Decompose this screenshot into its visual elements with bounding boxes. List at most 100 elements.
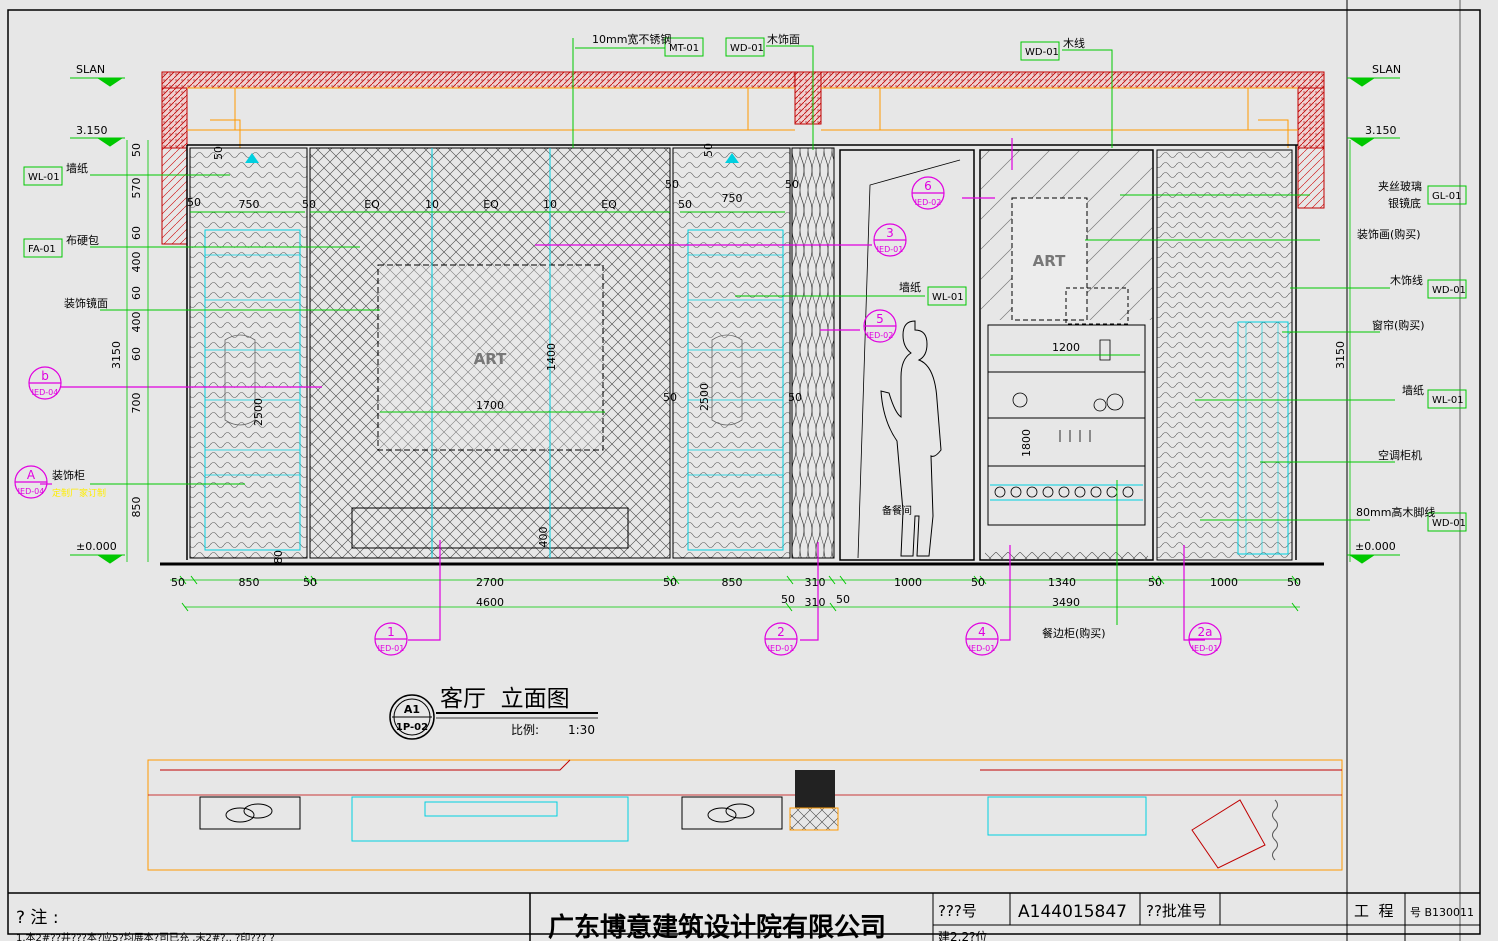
- field3-value: 号 B130011: [1410, 906, 1474, 919]
- callout-left-5-text: 定制厂家订制: [52, 487, 106, 499]
- figure-silhouette-icon: [880, 320, 942, 557]
- dim-left-0: 50: [130, 143, 143, 157]
- dim-total-310: 310: [805, 596, 826, 609]
- section-mark-4-num: 4: [978, 625, 986, 639]
- callout-mid-3-text: 备餐间: [882, 504, 912, 517]
- dim-750-2: 750: [722, 192, 743, 205]
- dim-ten-1: 10: [425, 198, 439, 211]
- dim-left-total: 3150: [110, 341, 123, 369]
- dim-bottom-12: 1000: [1210, 576, 1238, 589]
- drawing-title: 客厅 立面图: [440, 686, 570, 712]
- dim-fifty-10: 50: [702, 143, 715, 157]
- dim-left-7: 700: [130, 393, 143, 414]
- sheet-id: 1P-02: [396, 722, 428, 733]
- section-mark-2-ref: IED-01: [768, 644, 795, 653]
- callout-left-2-code: FA-01: [28, 244, 56, 255]
- notes-line: 1.本2#??井???本?应5?均展本?司已充 ,未2#?.. ?印??? ?: [16, 931, 275, 941]
- dim-80: 80: [272, 550, 285, 564]
- dim-eq-2: EQ: [483, 198, 499, 211]
- callout-right-6-code: WL-01: [1432, 395, 1464, 406]
- dim-left-5: 400: [130, 312, 143, 333]
- art-label-2: ART: [1033, 252, 1066, 270]
- dim-bottom-1: 850: [239, 576, 260, 589]
- section-mark-a-num: A: [27, 468, 36, 482]
- callout-mid-1-text: 墙纸: [899, 280, 921, 294]
- dim-1700: 1700: [476, 399, 504, 412]
- dim-left-6: 60: [130, 347, 143, 361]
- field1-label: ???号: [938, 902, 977, 920]
- section-mark-1-num: 1: [387, 625, 395, 639]
- dim-bottom-9: 50: [971, 576, 985, 589]
- level-ceiling-right: 3.150: [1365, 124, 1397, 137]
- scale-label: 比例:: [511, 723, 539, 737]
- right-wall: [1156, 145, 1297, 561]
- dim-fifty-3: 50: [665, 178, 679, 191]
- wood-column: [791, 147, 835, 559]
- dim-left-1: 570: [130, 178, 143, 199]
- section-mark-4-ref: IED-01: [969, 644, 996, 653]
- dim-left-8: 850: [130, 497, 143, 518]
- dim-750-1: 750: [239, 198, 260, 211]
- section-mark-1-ref: IED-01: [378, 644, 405, 653]
- section-mark-2a-num: 2a: [1198, 625, 1213, 639]
- dim-bottom-8: 1000: [894, 576, 922, 589]
- dim-bottom-4: 50: [663, 576, 677, 589]
- callout-mid-1-code: WL-01: [932, 292, 964, 303]
- dim-left-3: 400: [130, 252, 143, 273]
- callout-left-4-text: 装饰柜: [52, 468, 85, 482]
- dim-bottom-11: 50: [1148, 576, 1162, 589]
- callout-right-1-text: 夹丝玻璃: [1378, 179, 1422, 193]
- callout-right-2-text: 银镜底: [1388, 196, 1421, 210]
- dim-fifty-6: 50: [788, 391, 802, 404]
- company-name: 广东博意建筑设计院有限公司: [548, 912, 886, 941]
- dim-total-3490: 3490: [1052, 596, 1080, 609]
- dim-eq-1: EQ: [364, 198, 380, 211]
- section-mark-3-ref: IED-01: [877, 245, 904, 254]
- section-mark-6-ref: IED-02: [915, 198, 942, 207]
- dim-bottom-7: 50: [836, 593, 850, 606]
- scale-value: 1:30: [568, 723, 595, 737]
- callout-top-2-code: WD-01: [730, 43, 764, 54]
- callout-left-1-code: WL-01: [28, 172, 60, 183]
- field3-label: 工 程: [1354, 902, 1394, 920]
- section-mark-a-ref: IED-04: [18, 487, 45, 496]
- field1-value: A144015847: [1018, 902, 1127, 922]
- section-mark-3-num: 3: [886, 226, 894, 240]
- callout-top-1-text: 10mm宽不锈钢: [592, 32, 671, 46]
- dim-eq-3: EQ: [601, 198, 617, 211]
- dim-1400: 1400: [545, 343, 558, 371]
- level-top-right: SLAN: [1372, 63, 1401, 76]
- dim-left-2: 60: [130, 226, 143, 240]
- dim-ten-2: 10: [543, 198, 557, 211]
- dim-fifty-7: 50: [678, 198, 692, 211]
- dim-left-4: 60: [130, 286, 143, 300]
- dim-bottom-3: 2700: [476, 576, 504, 589]
- section-mark-5-num: 5: [876, 312, 884, 326]
- callout-mid-2-text: 餐边柜(购买): [1042, 626, 1106, 640]
- callout-right-6-text: 墙纸: [1402, 383, 1424, 397]
- callout-top-3-code: WD-01: [1025, 47, 1059, 58]
- callout-top-2-text: 木饰面: [767, 32, 800, 46]
- view-id: A1: [404, 703, 420, 716]
- callout-right-4-code: WD-01: [1432, 285, 1466, 296]
- section-mark-2a-ref: IED-01: [1192, 644, 1219, 653]
- art-label-1: ART: [474, 350, 507, 368]
- callout-right-7-text: 空调柜机: [1378, 448, 1422, 462]
- callout-top-3-text: 木线: [1063, 36, 1085, 50]
- dim-fifty-1: 50: [187, 196, 201, 209]
- dim-bottom-13: 50: [1287, 576, 1301, 589]
- level-floor-left: ±0.000: [76, 540, 117, 553]
- callout-left-1-text: 墙纸: [66, 161, 88, 175]
- plan-view: [147, 759, 1343, 871]
- level-top-left: SLAN: [76, 63, 105, 76]
- dim-bottom-0: 50: [171, 576, 185, 589]
- dim-fifty-9: 50: [212, 146, 225, 160]
- dim-1800: 1800: [1020, 429, 1033, 457]
- door-opening: [839, 149, 975, 561]
- callout-top-1-code: MT-01: [669, 43, 699, 54]
- dim-bottom-2: 50: [303, 576, 317, 589]
- field2-label: ??批准号: [1146, 902, 1207, 920]
- callout-right-4-text: 木饰线: [1390, 273, 1423, 287]
- section-mark-6-num: 6: [924, 179, 932, 193]
- dim-bottom-10: 1340: [1048, 576, 1076, 589]
